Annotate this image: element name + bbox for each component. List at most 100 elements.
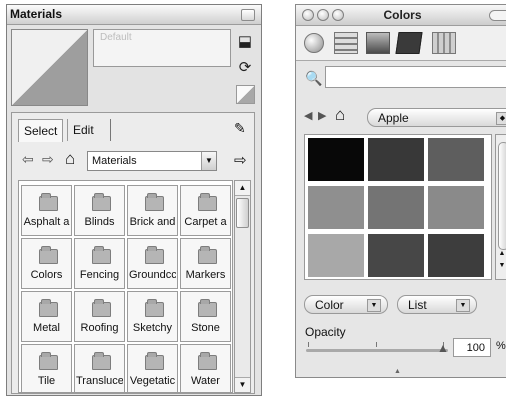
slider-knob-icon[interactable]: ▲	[437, 341, 449, 355]
color-swatch[interactable]	[427, 185, 485, 230]
tab-edit[interactable]: Edit	[67, 119, 99, 141]
folder-icon	[145, 352, 164, 370]
material-tile[interactable]: Blinds	[74, 185, 125, 236]
folder-icon	[198, 352, 217, 370]
tab-edit-label: Edit	[73, 123, 94, 137]
material-tile[interactable]: Tile	[21, 344, 72, 392]
list-menu-label: List	[408, 298, 427, 312]
material-tile-label: Transluce	[76, 375, 123, 387]
color-wheel-icon[interactable]	[304, 33, 324, 53]
crayons-icon[interactable]	[432, 32, 456, 54]
material-tile[interactable]: Roofing	[74, 291, 125, 342]
material-tile-label: Fencing	[79, 269, 120, 281]
color-swatch[interactable]	[307, 137, 365, 182]
color-swatch[interactable]	[307, 233, 365, 278]
create-material-icon[interactable]: ⟳	[235, 57, 255, 77]
color-swatch[interactable]	[367, 137, 425, 182]
material-tile-label: Roofing	[80, 322, 119, 334]
material-tile[interactable]: Asphalt a	[21, 185, 72, 236]
color-swatch[interactable]	[367, 185, 425, 230]
color-swatch-grid	[304, 134, 492, 280]
scroll-up-icon[interactable]: ▲	[235, 181, 250, 196]
palette-dropdown-value: Apple	[378, 111, 409, 125]
eyedropper-icon[interactable]: ✎	[234, 120, 246, 137]
chevron-updown-icon: ◆	[496, 112, 506, 125]
scrollbar-thumb[interactable]	[498, 142, 506, 250]
material-tile[interactable]: Transluce	[74, 344, 125, 392]
search-input[interactable]	[325, 66, 506, 88]
opacity-slider[interactable]	[306, 349, 448, 352]
color-swatch[interactable]	[367, 233, 425, 278]
sample-paint-icon[interactable]	[236, 85, 255, 104]
scroll-up-icon[interactable]: ▲	[496, 250, 506, 257]
material-tile[interactable]: Markers	[180, 238, 231, 289]
tab-select[interactable]: Select	[18, 119, 64, 142]
palette-dropdown[interactable]: Apple ◆	[367, 108, 506, 127]
tab-divider	[110, 119, 111, 141]
materials-scrollbar[interactable]: ▲ ▼	[234, 180, 251, 393]
color-sliders-icon[interactable]	[334, 32, 358, 54]
chevron-down-icon: ▼	[201, 152, 216, 170]
material-tile[interactable]: Colors	[21, 238, 72, 289]
scrollbar-thumb[interactable]	[236, 198, 249, 228]
library-dropdown[interactable]: Materials ▼	[87, 151, 217, 171]
material-tile[interactable]: Fencing	[74, 238, 125, 289]
material-tile[interactable]: Carpet a	[180, 185, 231, 236]
toolbar-toggle-icon[interactable]	[489, 10, 506, 21]
material-tile[interactable]: Metal	[21, 291, 72, 342]
material-tile[interactable]: Stone	[180, 291, 231, 342]
folder-icon	[92, 299, 111, 317]
scroll-down-icon[interactable]: ▼	[496, 262, 506, 269]
color-swatch[interactable]	[427, 233, 485, 278]
palette-scrollbar[interactable]: ▲ ▼	[495, 134, 506, 280]
list-menu[interactable]: List ▼	[397, 295, 477, 314]
resize-handle-icon[interactable]: ▲	[394, 368, 401, 375]
library-dropdown-value: Materials	[92, 155, 137, 167]
opacity-value-field[interactable]: 100	[453, 338, 491, 357]
folder-icon	[39, 193, 58, 211]
color-mode-toolbar	[296, 26, 506, 61]
home-icon[interactable]: ⌂	[335, 105, 345, 125]
color-swatch[interactable]	[427, 137, 485, 182]
color-palettes-icon[interactable]	[366, 32, 390, 54]
color-swatch[interactable]	[307, 185, 365, 230]
chevron-down-icon: ▼	[367, 299, 381, 312]
display-secondary-pane-icon[interactable]: ⬓	[235, 31, 255, 51]
opacity-label: Opacity	[305, 325, 346, 339]
folder-icon	[39, 299, 58, 317]
folder-icon	[39, 246, 58, 264]
details-arrow-icon[interactable]: ⇨	[234, 151, 247, 169]
material-tile-label: Stone	[191, 322, 220, 334]
back-arrow-icon[interactable]: ◀	[304, 109, 312, 122]
colors-title-bar[interactable]: Colors	[296, 5, 506, 26]
material-tile[interactable]: Vegetatic	[127, 344, 178, 392]
forward-arrow-icon[interactable]: ▶	[318, 109, 326, 122]
close-icon[interactable]	[241, 9, 255, 21]
forward-arrow-icon[interactable]: ⇨	[42, 151, 54, 168]
color-menu[interactable]: Color ▼	[304, 295, 388, 314]
material-tile[interactable]: Brick and	[127, 185, 178, 236]
home-icon[interactable]: ⌂	[65, 149, 75, 169]
image-palettes-icon[interactable]	[395, 32, 423, 54]
material-tile-label: Vegetatic	[129, 375, 176, 387]
material-tile-label: Water	[191, 375, 220, 387]
material-tile[interactable]: Groundcc	[127, 238, 178, 289]
materials-panel: Materials Default ⬓ ⟳ Select Edit ✎ ⇦ ⇨ …	[6, 4, 262, 396]
material-tile-label: Sketchy	[132, 322, 173, 334]
material-tile[interactable]: Sketchy	[127, 291, 178, 342]
colors-panel: Colors 🔍 ◀ ▶ ⌂ Apple ◆ ▲ ▼ Color ▼ List …	[295, 4, 506, 378]
materials-title: Materials	[10, 7, 63, 21]
tab-select-label: Select	[24, 124, 58, 138]
folder-icon	[198, 299, 217, 317]
folder-icon	[92, 193, 111, 211]
materials-title-bar[interactable]: Materials	[7, 5, 261, 25]
color-menu-label: Color	[315, 298, 344, 312]
material-tile[interactable]: Water	[180, 344, 231, 392]
back-arrow-icon[interactable]: ⇦	[22, 151, 34, 168]
material-tile-label: Markers	[185, 269, 226, 281]
material-name-field[interactable]: Default	[93, 29, 231, 67]
material-tile-label: Carpet a	[184, 216, 227, 228]
folder-icon	[198, 246, 217, 264]
scroll-down-icon[interactable]: ▼	[235, 377, 250, 392]
folder-icon	[145, 299, 164, 317]
